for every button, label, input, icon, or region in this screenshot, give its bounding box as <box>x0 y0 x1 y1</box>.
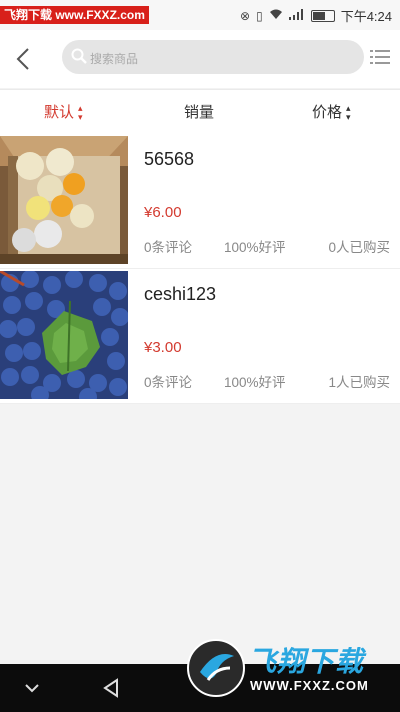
status-bar: 飞翔下载 www.FXXZ.com ⊗ ▯ 下午4:24 <box>0 0 400 30</box>
watermark-title: 飞翔下载 <box>248 646 365 677</box>
sort-arrows-icon: ▴ ▾ <box>346 103 351 123</box>
mute-icon: ⊗ <box>240 8 251 23</box>
sort-price[interactable]: 价格 ▴ ▾ <box>312 90 351 135</box>
list-menu-icon <box>370 50 390 64</box>
watermark-logo: 飞翔下载 WWW.FXXZ.COM <box>182 634 400 712</box>
signal-icon <box>288 8 305 23</box>
search-field[interactable]: 搜索商品 <box>62 40 364 74</box>
system-icons: ⊗ ▯ 下午4:24 <box>240 6 392 25</box>
sort-bar: 默认 ▴ ▾ 销量 价格 ▴ ▾ <box>0 89 400 136</box>
product-name: ceshi123 <box>144 284 217 304</box>
fxxz-logo-icon <box>187 639 245 697</box>
buyer-count: 0人已购买 <box>328 240 390 255</box>
search-placeholder: 搜索商品 <box>90 52 139 66</box>
battery-icon <box>310 9 335 22</box>
product-item[interactable]: 56568 ¥6.00 0条评论 100%好评 0人已购买 <box>0 134 400 269</box>
chevron-down-icon <box>25 684 39 693</box>
positive-rate: 100%好评 <box>224 375 286 390</box>
back-button[interactable] <box>10 44 38 74</box>
watermark-badge: 飞翔下载 www.FXXZ.com <box>0 6 149 24</box>
buyer-count: 1人已购买 <box>328 375 390 390</box>
search-icon <box>71 48 87 64</box>
header: 搜索商品 <box>0 30 400 88</box>
sort-default[interactable]: 默认 ▴ ▾ <box>44 90 83 135</box>
product-image-grapes <box>0 271 128 399</box>
product-price: ¥3.00 <box>144 339 182 356</box>
sort-arrows-icon: ▴ ▾ <box>78 103 83 123</box>
positive-rate: 100%好评 <box>224 240 286 255</box>
sort-sales[interactable]: 销量 <box>184 90 214 135</box>
sort-price-label: 价格 <box>312 104 343 121</box>
vibrate-icon: ▯ <box>256 8 263 23</box>
product-item[interactable]: ceshi123 ¥3.00 0条评论 100%好评 1人已购买 <box>0 269 400 404</box>
list-menu-button[interactable] <box>370 48 390 66</box>
chevron-left-icon <box>16 48 29 70</box>
clock: 下午4:24 <box>340 9 392 24</box>
product-price: ¥6.00 <box>144 204 182 221</box>
back-triangle-icon <box>103 678 118 698</box>
review-count: 0条评论 <box>144 375 193 390</box>
watermark-url: WWW.FXXZ.COM <box>250 678 369 693</box>
product-list: 56568 ¥6.00 0条评论 100%好评 0人已购买 ceshi123 ¥… <box>0 134 400 404</box>
review-count: 0条评论 <box>144 240 193 255</box>
sort-sales-label: 销量 <box>184 104 215 121</box>
sort-default-label: 默认 <box>44 104 75 121</box>
nav-hide-button[interactable] <box>20 676 44 700</box>
nav-back-button[interactable] <box>100 676 124 700</box>
product-image-oranges <box>0 136 128 264</box>
product-name: 56568 <box>144 149 195 169</box>
wifi-icon <box>269 9 283 23</box>
